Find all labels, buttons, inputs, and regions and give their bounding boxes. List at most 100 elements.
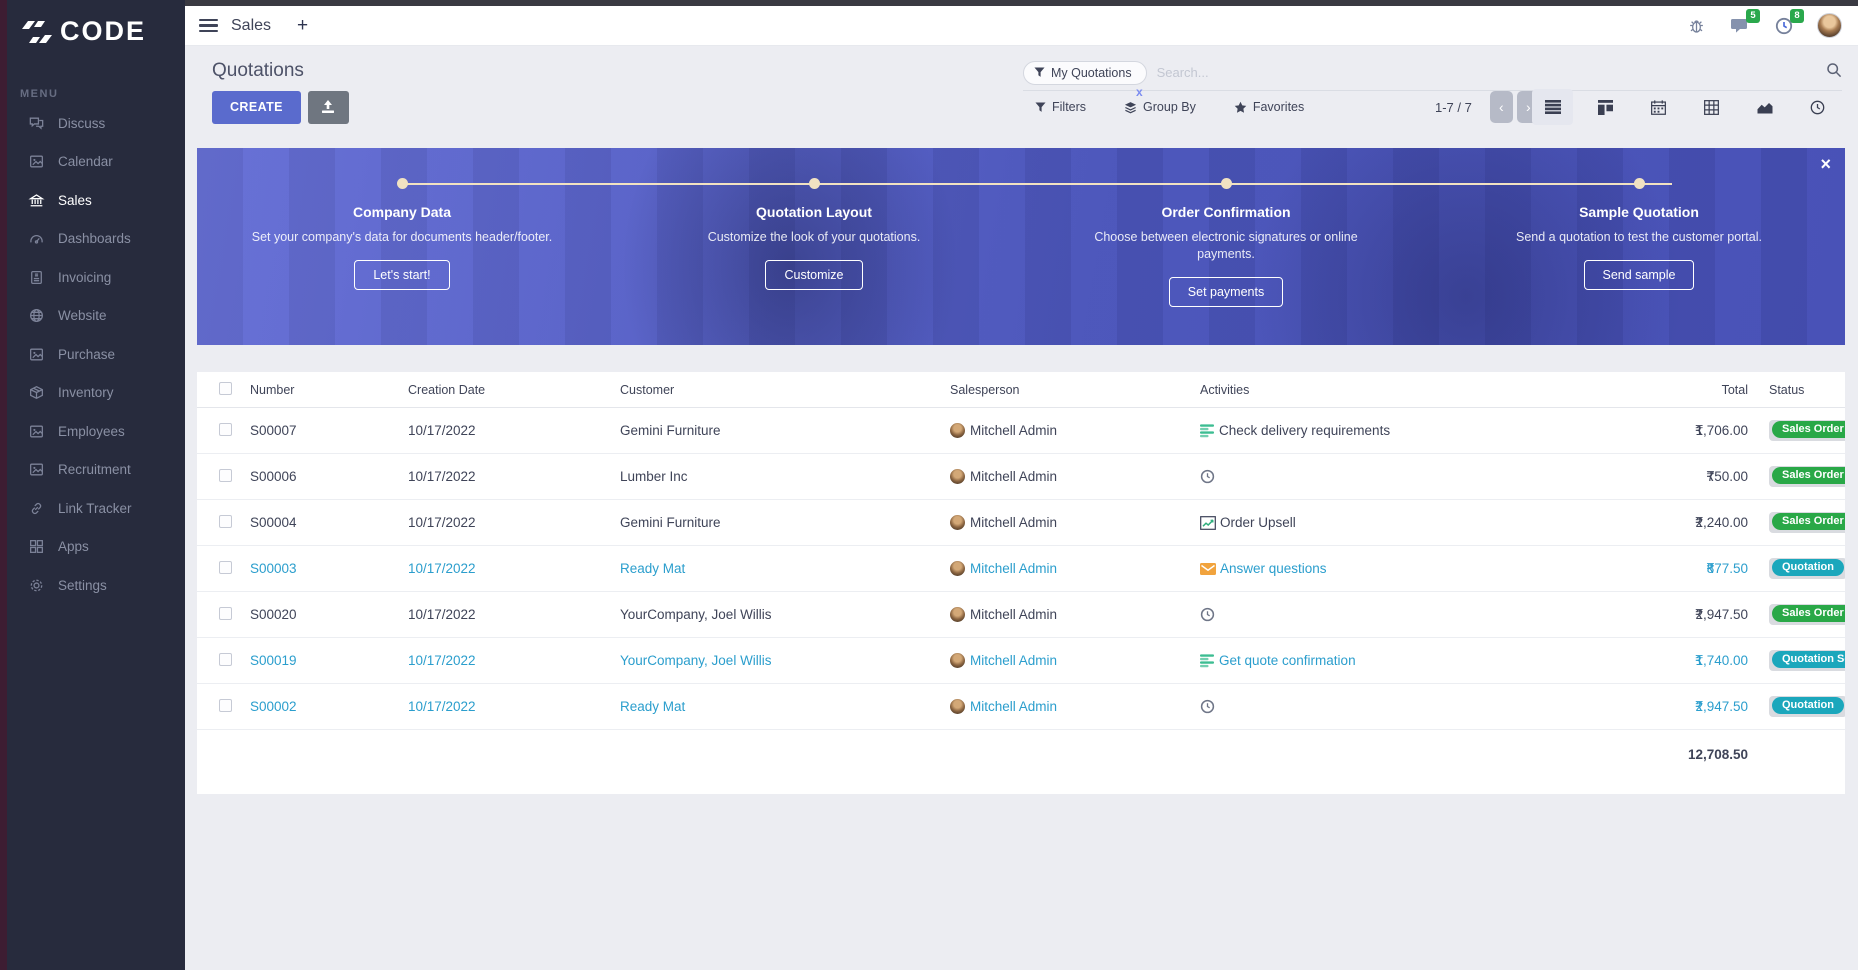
quotation-row-S00020[interactable]: S0002010/17/2022YourCompany, Joel Willis…: [197, 592, 1845, 638]
row-checkbox[interactable]: [219, 469, 232, 482]
graph-view-button[interactable]: [1744, 89, 1785, 125]
activity-count-badge: 8: [1790, 9, 1804, 23]
image-icon: [28, 461, 45, 478]
row-checkbox[interactable]: [219, 653, 232, 666]
quotation-row-S00003[interactable]: S0000310/17/2022Ready MatMitchell AdminA…: [197, 546, 1845, 592]
salesperson-avatar: [950, 699, 965, 714]
layers-icon: [1124, 101, 1137, 114]
step-dot: [397, 178, 408, 189]
onboarding-step-quotation-layout: Quotation Layout Customize the look of y…: [654, 204, 974, 290]
pager-range: 1-7 / 7: [1435, 100, 1472, 115]
salesperson-avatar: [950, 561, 965, 576]
sidebar-item-sales[interactable]: Sales: [0, 181, 185, 220]
activity-clock-icon[interactable]: 8: [1773, 15, 1795, 37]
chat-icon: [28, 115, 45, 132]
step-connector-line: [402, 183, 1672, 185]
debug-bug-icon[interactable]: [1685, 15, 1707, 37]
sidebar-item-calendar[interactable]: Calendar: [0, 143, 185, 182]
banner-close-icon[interactable]: ×: [1820, 154, 1831, 175]
messages-icon[interactable]: 5: [1729, 15, 1751, 37]
column-header-number[interactable]: Number: [241, 383, 399, 397]
funnel-icon: [1034, 67, 1045, 78]
quotations-table: Number Creation Date Customer Salesperso…: [197, 372, 1845, 794]
sidebar-item-recruitment[interactable]: Recruitment: [0, 451, 185, 490]
table-footer-row: 12,708.50: [197, 730, 1845, 778]
pivot-view-button[interactable]: [1691, 89, 1732, 125]
row-checkbox[interactable]: [219, 515, 232, 528]
new-tab-plus-button[interactable]: +: [297, 15, 308, 37]
activity-label[interactable]: Answer questions: [1220, 561, 1327, 576]
sidebar-item-discuss[interactable]: Discuss: [0, 104, 185, 143]
table-body: S0000710/17/2022Gemini FurnitureMitchell…: [197, 408, 1845, 730]
activity-label[interactable]: Get quote confirmation: [1219, 653, 1356, 668]
quotation-row-S00007[interactable]: S0000710/17/2022Gemini FurnitureMitchell…: [197, 408, 1845, 454]
favorites-button[interactable]: Favorites: [1234, 100, 1304, 114]
group-by-button[interactable]: Group By: [1124, 100, 1196, 114]
salesperson-avatar: [950, 469, 965, 484]
column-header-total[interactable]: Total: [1611, 383, 1750, 397]
list-view-button[interactable]: [1532, 89, 1573, 125]
column-header-activities[interactable]: Activities: [1191, 383, 1611, 397]
search-options: Filters Group By Favorites: [1035, 100, 1304, 114]
table-header-row: Number Creation Date Customer Salesperso…: [197, 372, 1845, 408]
hamburger-menu-icon[interactable]: [199, 16, 218, 36]
sidebar: CODE MENU DiscussCalendarSalesDashboards…: [0, 0, 185, 970]
row-checkbox[interactable]: [219, 423, 232, 436]
filters-button[interactable]: Filters: [1035, 100, 1086, 114]
onboarding-step-order-confirmation: Order Confirmation Choose between electr…: [1066, 204, 1386, 307]
sidebar-item-dashboards[interactable]: Dashboards: [0, 220, 185, 259]
salesperson-avatar: [950, 607, 965, 622]
sidebar-item-settings[interactable]: Settings: [0, 566, 185, 605]
row-checkbox[interactable]: [219, 607, 232, 620]
sidebar-item-invoicing[interactable]: Invoicing: [0, 258, 185, 297]
calendar-view-button[interactable]: [1638, 89, 1679, 125]
salesperson-avatar: [950, 653, 965, 668]
sidebar-item-inventory[interactable]: Inventory: [0, 374, 185, 413]
sidebar-item-employees[interactable]: Employees: [0, 412, 185, 451]
app-logo: CODE: [22, 16, 146, 47]
column-header-salesperson[interactable]: Salesperson: [941, 383, 1191, 397]
pager-previous-button[interactable]: ‹: [1490, 91, 1513, 123]
bank-icon: [28, 192, 45, 209]
activity-label[interactable]: Check delivery requirements: [1219, 423, 1390, 438]
quotation-row-S00002[interactable]: S0000210/17/2022Ready MatMitchell Admin₹…: [197, 684, 1845, 730]
column-header-customer[interactable]: Customer: [611, 383, 941, 397]
export-button[interactable]: [308, 91, 349, 124]
menu-section-label: MENU: [20, 88, 58, 100]
row-checkbox[interactable]: [219, 561, 232, 574]
lets-start-button[interactable]: Let's start!: [354, 260, 449, 290]
quotation-row-S00004[interactable]: S0000410/17/2022Gemini FurnitureMitchell…: [197, 500, 1845, 546]
search-input[interactable]: [1157, 65, 1826, 80]
topbar-right-icons: 5 8: [1685, 13, 1858, 38]
send-sample-button[interactable]: Send sample: [1584, 260, 1695, 290]
onboarding-step-sample-quotation: Sample Quotation Send a quotation to tes…: [1479, 204, 1799, 290]
salesperson-avatar: [950, 423, 965, 438]
search-icon[interactable]: [1826, 62, 1842, 83]
column-header-status[interactable]: Status: [1750, 383, 1845, 397]
create-button[interactable]: CREATE: [212, 91, 301, 124]
activity-label[interactable]: Order Upsell: [1220, 515, 1296, 530]
select-all-checkbox[interactable]: [219, 382, 232, 395]
app-title: Sales: [231, 17, 271, 35]
active-filter-chip[interactable]: My Quotations: [1023, 61, 1147, 85]
quotation-row-S00019[interactable]: S0001910/17/2022YourCompany, Joel Willis…: [197, 638, 1845, 684]
messages-count-badge: 5: [1746, 9, 1760, 23]
sidebar-item-website[interactable]: Website: [0, 297, 185, 336]
sidebar-item-link-tracker[interactable]: Link Tracker: [0, 489, 185, 528]
set-payments-button[interactable]: Set payments: [1169, 277, 1283, 307]
image-icon: [28, 153, 45, 170]
customize-button[interactable]: Customize: [765, 260, 862, 290]
logo-text: CODE: [60, 16, 146, 47]
column-header-creation-date[interactable]: Creation Date: [399, 383, 611, 397]
sidebar-item-purchase[interactable]: Purchase: [0, 335, 185, 374]
tasks-list-icon: [1200, 424, 1215, 438]
quotation-row-S00006[interactable]: S0000610/17/2022Lumber IncMitchell Admin…: [197, 454, 1845, 500]
kanban-view-button[interactable]: [1585, 89, 1626, 125]
row-checkbox[interactable]: [219, 699, 232, 712]
window-top-strip: [0, 0, 1858, 6]
status-badge: Quotation: [1769, 558, 1845, 579]
activity-view-button[interactable]: [1797, 89, 1838, 125]
user-avatar[interactable]: [1817, 13, 1842, 38]
sidebar-item-apps[interactable]: Apps: [0, 528, 185, 567]
clock-icon: [1200, 607, 1215, 622]
